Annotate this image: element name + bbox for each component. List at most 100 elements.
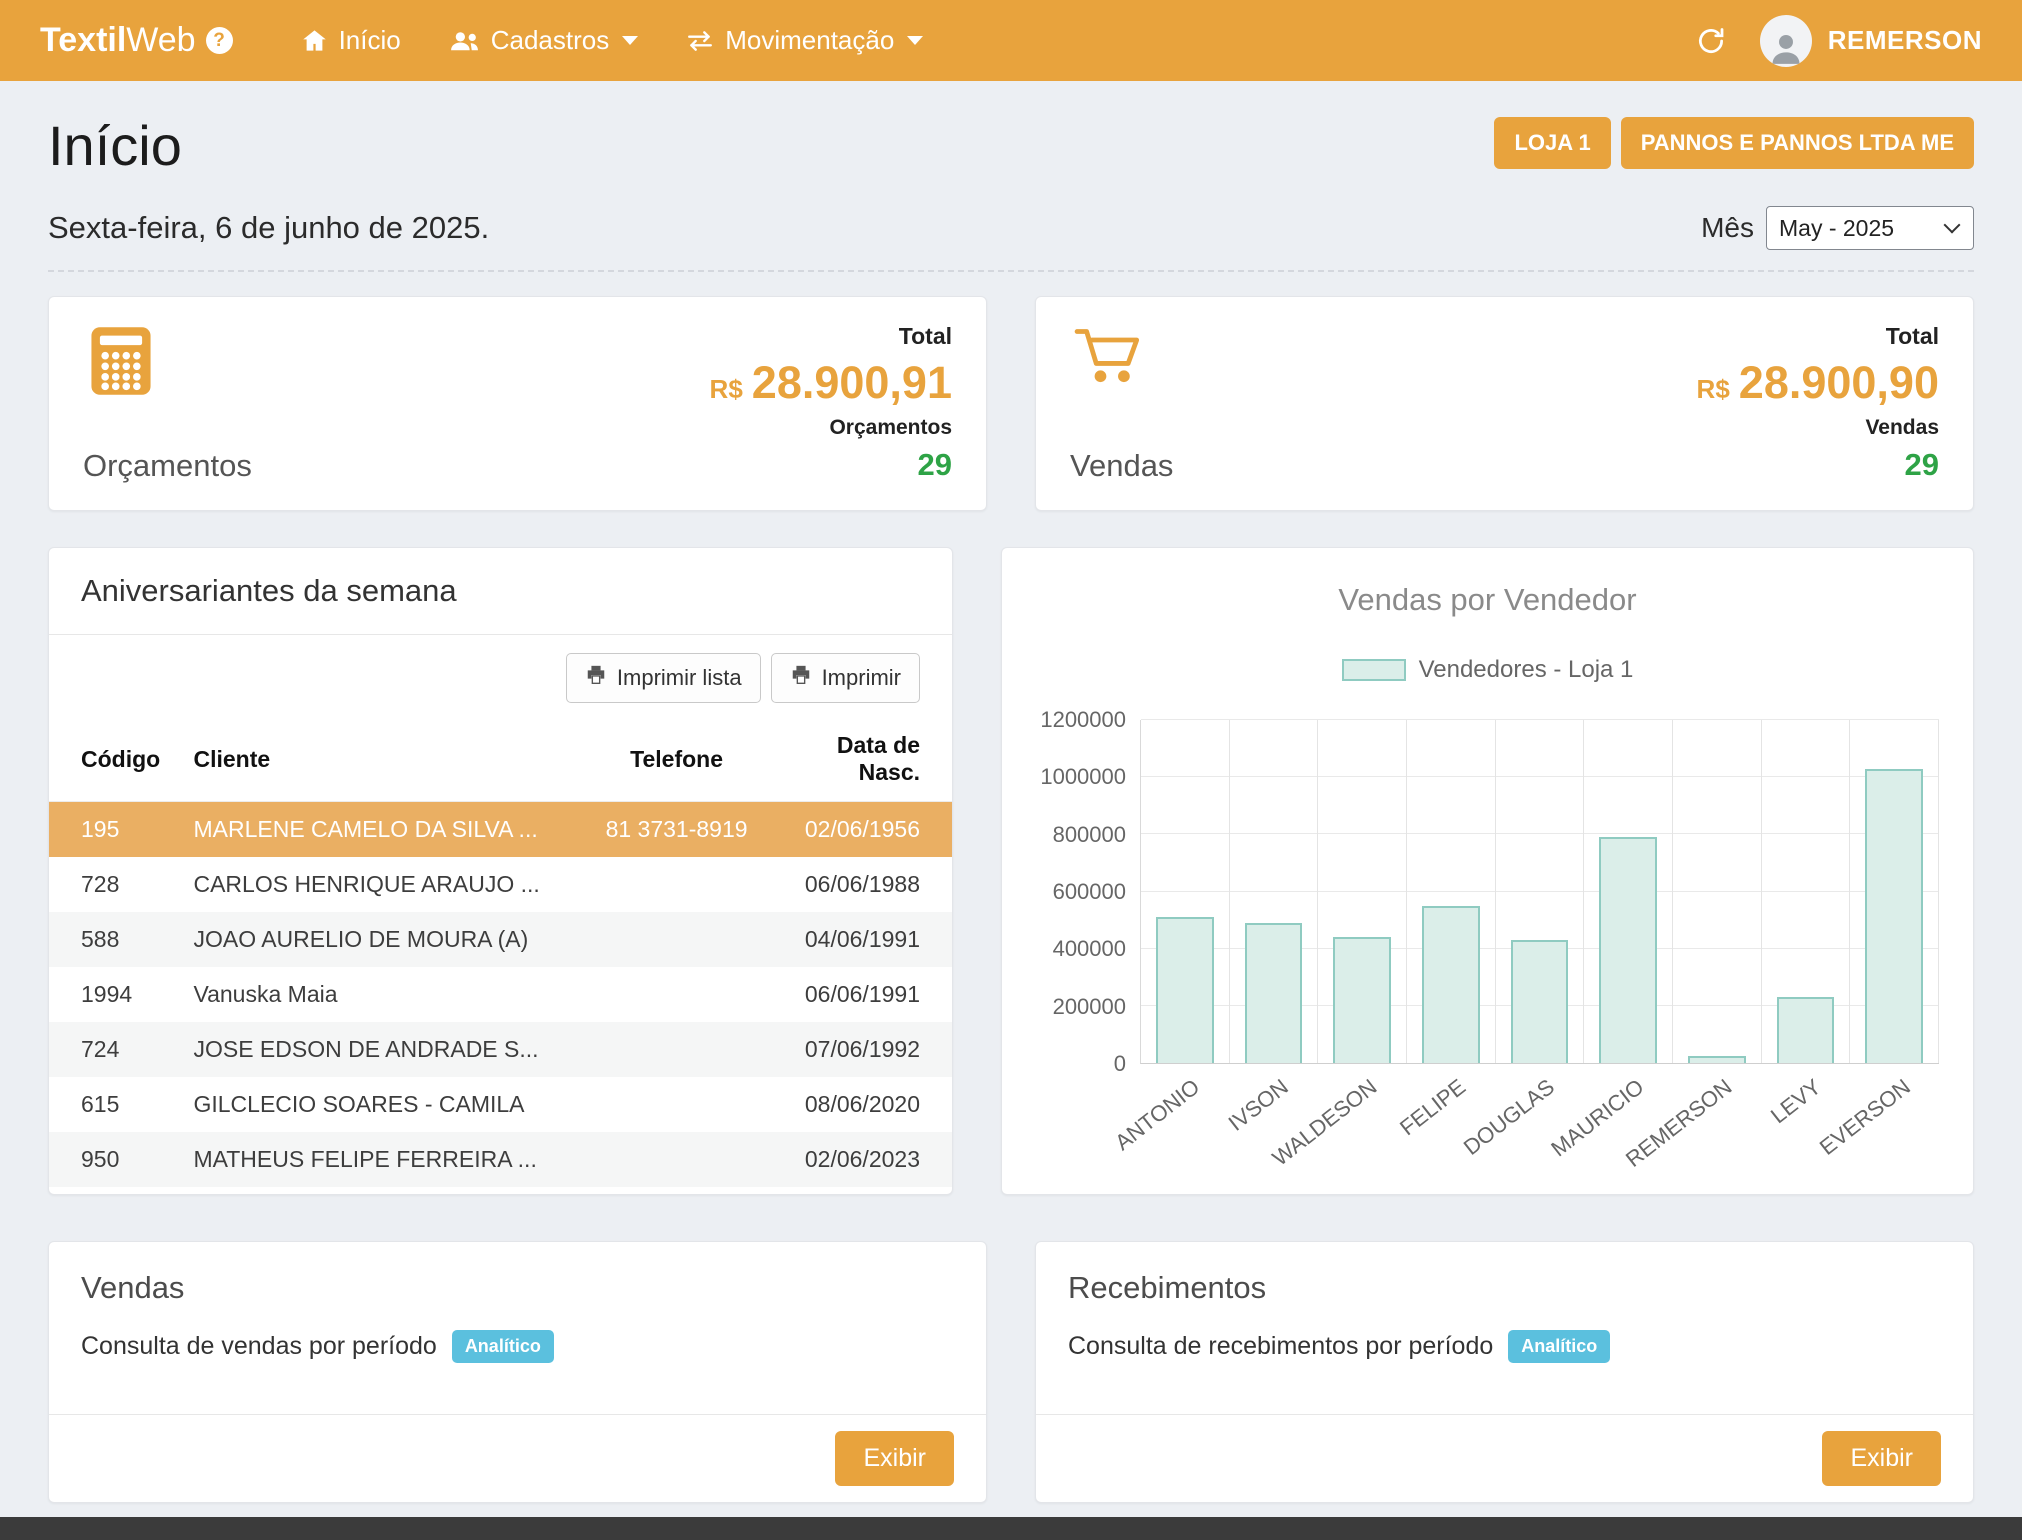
x-tick-label: FELIPE	[1395, 1074, 1471, 1141]
store-button[interactable]: LOJA 1	[1494, 117, 1610, 169]
birthdays-title: Aniversariantes da semana	[49, 548, 952, 635]
table-row[interactable]: 195MARLENE CAMELO DA SILVA ...81 3731-89…	[49, 802, 952, 858]
cell-codigo: 1994	[49, 967, 193, 1022]
summary-label: Vendas	[1070, 448, 1173, 484]
cell-codigo: 728	[49, 857, 193, 912]
cell-codigo: 951	[49, 1187, 193, 1195]
bar-remerson	[1688, 1056, 1746, 1063]
x-tick-label: IVSON	[1224, 1074, 1294, 1137]
table-row[interactable]: 724JOSE EDSON DE ANDRADE S...07/06/1992	[49, 1022, 952, 1077]
exibir-recebimentos-button[interactable]: Exibir	[1822, 1431, 1941, 1486]
cell-codigo: 195	[49, 802, 193, 858]
y-tick-label: 1000000	[1040, 764, 1126, 790]
amount-value: 28.900,90	[1739, 357, 1939, 409]
table-row[interactable]: 951WILLIAM FERREIRA DA SILVA 02/06/2023	[49, 1187, 952, 1195]
cell-telefone	[582, 1022, 772, 1077]
exibir-vendas-button[interactable]: Exibir	[835, 1431, 954, 1486]
cell-cliente: GILCLECIO SOARES - CAMILA	[193, 1077, 581, 1132]
x-tick: ANTONIO	[1140, 1064, 1229, 1164]
print-list-button[interactable]: Imprimir lista	[566, 653, 761, 703]
chart-slot	[1850, 720, 1939, 1063]
cell-data-nasc: 06/06/1988	[771, 857, 952, 912]
birthday-table-body: 195MARLENE CAMELO DA SILVA ...81 3731-89…	[49, 802, 952, 1196]
currency-symbol: R$	[710, 374, 743, 405]
chart-slot	[1230, 720, 1319, 1063]
cell-telefone	[582, 1132, 772, 1187]
col-data-nasc: Data de Nasc.	[771, 719, 952, 802]
cell-codigo: 950	[49, 1132, 193, 1187]
chevron-down-icon	[622, 36, 638, 45]
printer-icon	[585, 664, 607, 692]
table-row[interactable]: 588JOAO AURELIO DE MOURA (A)04/06/1991	[49, 912, 952, 967]
card-title: Vendas	[49, 1242, 986, 1306]
bar-levy	[1777, 997, 1835, 1063]
month-select[interactable]: May - 2025	[1766, 206, 1974, 250]
vendas-report-card: Vendas Consulta de vendas por período An…	[48, 1241, 987, 1503]
user-name: REMERSON	[1828, 25, 1982, 56]
brand-bold: Textil	[40, 21, 126, 60]
y-tick-label: 200000	[1053, 994, 1126, 1020]
company-button[interactable]: PANNOS E PANNOS LTDA ME	[1621, 117, 1974, 169]
cell-telefone: 81 3731-8919	[582, 802, 772, 858]
y-tick-label: 400000	[1053, 936, 1126, 962]
transfer-icon	[686, 31, 714, 51]
cell-cliente: WILLIAM FERREIRA DA SILVA	[193, 1187, 581, 1195]
refresh-icon[interactable]	[1696, 26, 1726, 56]
bar-felipe	[1422, 906, 1480, 1063]
user-menu[interactable]: REMERSON	[1760, 15, 1982, 67]
table-header-row: Código Cliente Telefone Data de Nasc.	[49, 719, 952, 802]
chart-yaxis: 020000040000060000080000010000001200000	[1036, 720, 1140, 1064]
cell-telefone	[582, 912, 772, 967]
cell-cliente: JOSE EDSON DE ANDRADE S...	[193, 1022, 581, 1077]
bar-chart: 020000040000060000080000010000001200000 …	[1036, 720, 1939, 1164]
app-logo[interactable]: TextilWeb	[40, 21, 196, 60]
table-row[interactable]: 950MATHEUS FELIPE FERREIRA ...02/06/2023	[49, 1132, 952, 1187]
count-value: 29	[918, 447, 952, 483]
table-row[interactable]: 1994Vanuska Maia06/06/1991	[49, 967, 952, 1022]
y-tick-label: 800000	[1053, 822, 1126, 848]
x-tick-label: LEVY	[1766, 1074, 1826, 1129]
x-tick: WALDESON	[1318, 1064, 1407, 1164]
chart-plot	[1140, 720, 1939, 1064]
x-tick-label: ANTONIO	[1110, 1074, 1205, 1156]
avatar	[1760, 15, 1812, 67]
cell-data-nasc: 02/06/2023	[771, 1132, 952, 1187]
table-row[interactable]: 615GILCLECIO SOARES - CAMILA 08/06/2020	[49, 1077, 952, 1132]
chart-legend[interactable]: Vendedores - Loja 1	[1036, 656, 1939, 684]
birthdays-table: Código Cliente Telefone Data de Nasc. 19…	[49, 719, 952, 1195]
button-label: Imprimir lista	[617, 665, 742, 691]
help-icon[interactable]: ?	[206, 27, 233, 54]
navbar: TextilWeb ? Início Cadastros Movimentaçã…	[0, 0, 2022, 81]
table-row[interactable]: 728CARLOS HENRIQUE ARAUJO ... 06/06/1988	[49, 857, 952, 912]
count-value: 29	[1905, 447, 1939, 483]
chart-slot	[1141, 720, 1230, 1063]
cell-data-nasc: 08/06/2020	[771, 1077, 952, 1132]
nav-item-movimentacao[interactable]: Movimentação	[668, 13, 941, 68]
chart-slot	[1318, 720, 1407, 1063]
currency-symbol: R$	[1697, 374, 1730, 405]
current-date: Sexta-feira, 6 de junho de 2025.	[48, 210, 489, 246]
col-codigo: Código	[49, 719, 193, 802]
nav-label: Cadastros	[491, 25, 610, 56]
nav-item-cadastros[interactable]: Cadastros	[431, 13, 657, 68]
y-tick-label: 600000	[1053, 879, 1126, 905]
cell-data-nasc: 02/06/2023	[771, 1187, 952, 1195]
bar-everson	[1865, 769, 1923, 1063]
nav-item-inicio[interactable]: Início	[283, 13, 419, 68]
total-label: Total	[1886, 323, 1939, 350]
card-title: Recebimentos	[1036, 1242, 1973, 1306]
card-description: Consulta de recebimentos por período	[1068, 1332, 1493, 1361]
main-nav: Início Cadastros Movimentação	[283, 13, 942, 68]
legend-label: Vendedores - Loja 1	[1419, 656, 1634, 684]
amount-value: 28.900,91	[752, 357, 952, 409]
cell-cliente: CARLOS HENRIQUE ARAUJO ...	[193, 857, 581, 912]
legend-swatch	[1342, 659, 1406, 681]
cell-telefone	[582, 1187, 772, 1195]
bar-douglas	[1511, 940, 1569, 1063]
sales-chart-card: Vendas por Vendedor Vendedores - Loja 1 …	[1001, 547, 1974, 1195]
cell-data-nasc: 04/06/1991	[771, 912, 952, 967]
cell-codigo: 615	[49, 1077, 193, 1132]
print-button[interactable]: Imprimir	[771, 653, 920, 703]
count-label: Vendas	[1865, 416, 1939, 440]
chart-slot	[1496, 720, 1585, 1063]
